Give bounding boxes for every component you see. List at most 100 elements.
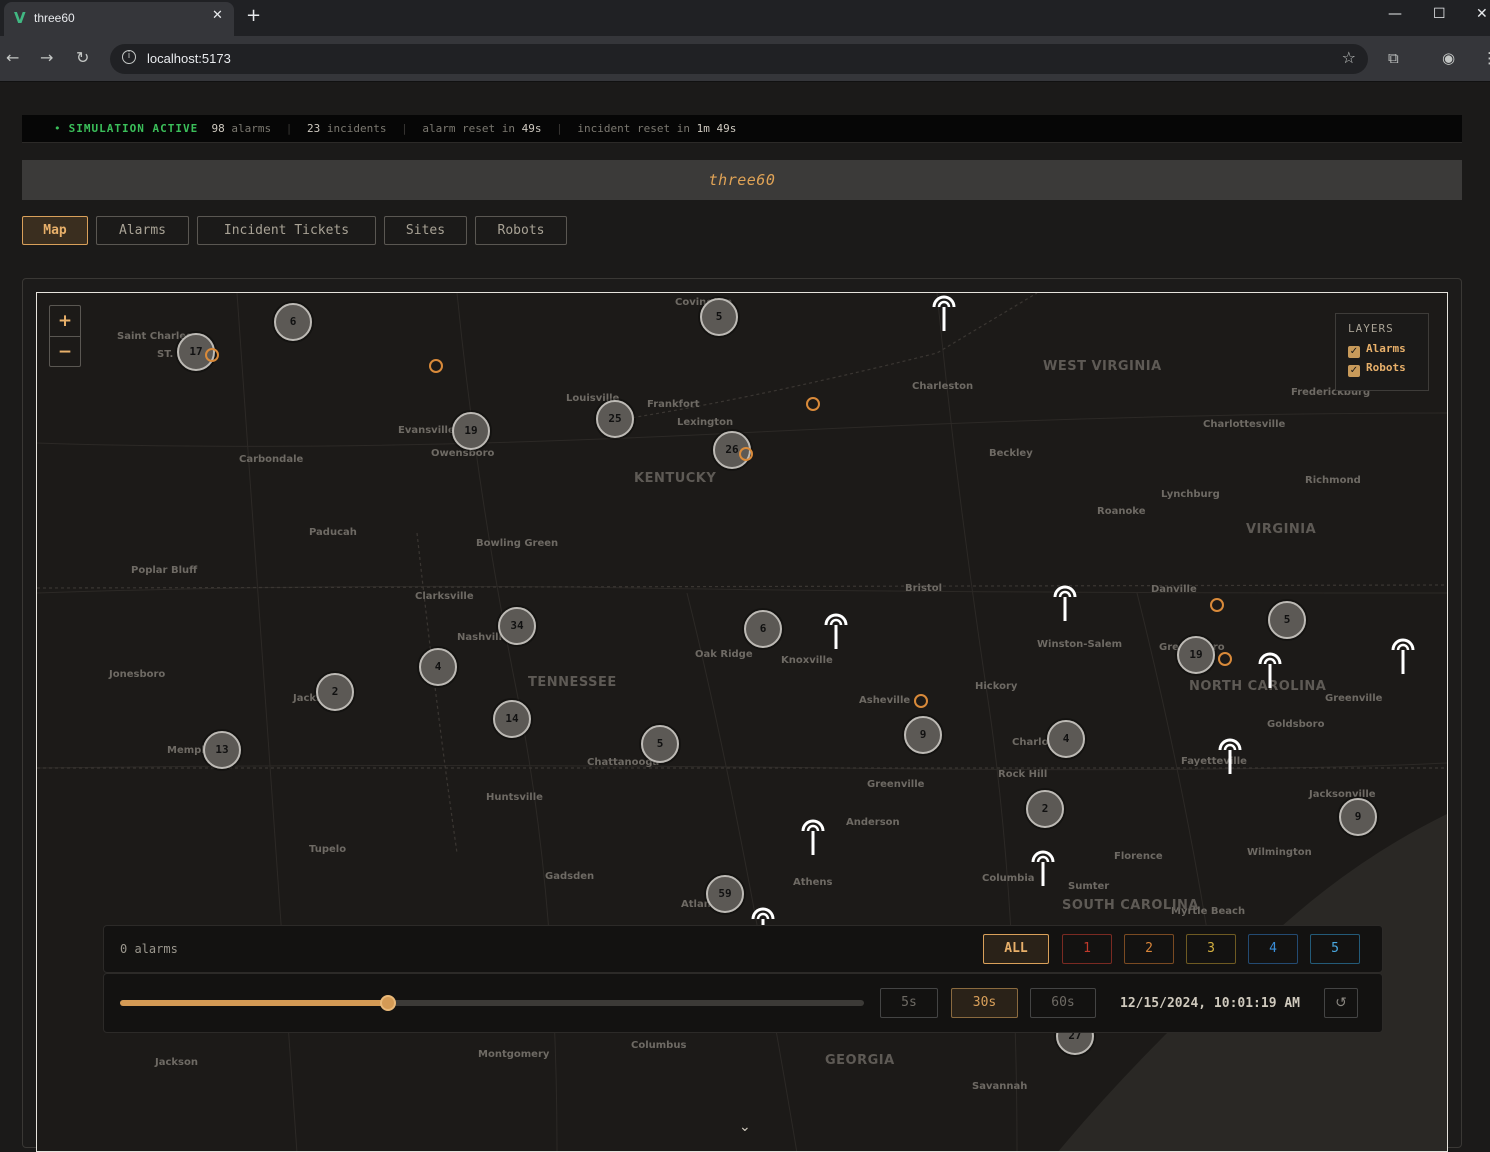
map-label: Gadsden — [545, 871, 595, 882]
map-label: Evansville — [398, 425, 455, 436]
map-label: Richmond — [1305, 475, 1361, 486]
site-cluster[interactable]: 14 — [493, 700, 531, 738]
site-cluster[interactable]: 19 — [452, 412, 490, 450]
minimize-icon[interactable]: — — [1388, 6, 1402, 22]
priority-4-button[interactable]: 4 — [1248, 934, 1298, 964]
map-label: Huntsville — [486, 792, 543, 803]
separator: | — [401, 122, 408, 135]
forward-icon[interactable]: → — [40, 48, 53, 67]
robot-marker[interactable] — [1030, 848, 1056, 888]
priority-5-button[interactable]: 5 — [1310, 934, 1360, 964]
robot-marker[interactable] — [823, 611, 849, 651]
site-cluster[interactable]: 9 — [904, 716, 942, 754]
alarm-marker[interactable] — [205, 348, 219, 362]
site-cluster[interactable]: 2 — [1026, 790, 1064, 828]
site-cluster[interactable]: 4 — [1047, 720, 1085, 758]
robot-marker[interactable] — [931, 293, 957, 333]
map-label: Bowling Green — [476, 538, 559, 549]
close-tab-icon[interactable]: ✕ — [212, 8, 223, 23]
tab-robots[interactable]: Robots — [475, 216, 567, 245]
priority-2-button[interactable]: 2 — [1124, 934, 1174, 964]
priority-3-button[interactable]: 3 — [1186, 934, 1236, 964]
site-cluster[interactable]: 5 — [1268, 601, 1306, 639]
new-tab-icon[interactable]: + — [246, 5, 261, 26]
alarm-marker[interactable] — [914, 694, 928, 708]
map-label: Charleston — [912, 381, 974, 392]
site-cluster[interactable]: 6 — [744, 610, 782, 648]
address-bar[interactable]: i localhost:5173 ☆ — [110, 44, 1368, 74]
robot-marker[interactable] — [1390, 636, 1416, 676]
map-label: Jackson — [155, 1057, 198, 1068]
checkbox-checked-icon[interactable]: ✓ — [1348, 346, 1360, 358]
robot-marker[interactable] — [800, 817, 826, 857]
chevron-down-icon[interactable]: ⌄ — [739, 1119, 751, 1135]
site-cluster[interactable]: 59 — [706, 875, 744, 913]
map-label: Florence — [1114, 851, 1163, 862]
site-cluster[interactable]: 5 — [700, 298, 738, 336]
tab-incident-tickets[interactable]: Incident Tickets — [197, 216, 376, 245]
site-info-icon[interactable]: i — [122, 50, 136, 64]
map-label: Savannah — [972, 1081, 1028, 1092]
tab-search-icon[interactable]: ⧉ — [1388, 49, 1399, 67]
site-cluster[interactable]: 25 — [596, 400, 634, 438]
timeline-panel: 5s 30s 60s 12/15/2024, 10:01:19 AM ↺ — [103, 973, 1383, 1033]
site-cluster[interactable]: 34 — [498, 607, 536, 645]
map-label: Frankfort — [647, 399, 700, 410]
reload-icon[interactable]: ↻ — [76, 48, 89, 67]
window-close-icon[interactable]: ✕ — [1476, 6, 1488, 22]
timeline-slider[interactable] — [120, 995, 864, 1011]
alarm-marker[interactable] — [739, 447, 753, 461]
map-label: Beckley — [989, 448, 1033, 459]
robot-marker[interactable] — [1052, 583, 1078, 623]
layers-panel: LAYERS ✓ Alarms ✓ Robots — [1335, 313, 1429, 391]
simulation-status-bar: • SIMULATION ACTIVE 98 alarms | 23 incide… — [22, 115, 1462, 143]
incident-reset-value: 1m 49s — [696, 122, 737, 135]
map-label: Knoxville — [781, 655, 833, 666]
alarm-marker[interactable] — [1218, 652, 1232, 666]
tab-title: three60 — [34, 11, 75, 25]
back-icon[interactable]: ← — [6, 48, 19, 67]
site-cluster[interactable]: 6 — [274, 303, 312, 341]
layer-alarms[interactable]: ✓ Alarms — [1348, 342, 1428, 361]
speed-5s-button[interactable]: 5s — [880, 988, 938, 1018]
priority-all-button[interactable]: ALL — [983, 934, 1049, 964]
profile-icon[interactable]: ◉ — [1442, 49, 1455, 67]
state-label: SOUTH CAROLINA — [1062, 898, 1199, 913]
alarm-marker[interactable] — [1210, 598, 1224, 612]
menu-icon[interactable]: ⋮ — [1482, 49, 1490, 67]
map-label: Carbondale — [239, 454, 304, 465]
incidents-word: incidents — [326, 122, 387, 135]
reset-icon[interactable]: ↺ — [1324, 988, 1358, 1018]
map[interactable]: Saint Charles ST. LOUIS Covington Charle… — [36, 292, 1448, 1152]
site-cluster[interactable]: 2 — [316, 673, 354, 711]
zoom-in-button[interactable]: + — [50, 306, 80, 336]
tab-sites[interactable]: Sites — [384, 216, 467, 245]
speed-30s-button[interactable]: 30s — [951, 988, 1018, 1018]
state-label: WEST VIRGINIA — [1043, 359, 1162, 374]
map-label: Lexington — [677, 417, 734, 428]
zoom-out-button[interactable]: − — [50, 336, 80, 366]
site-cluster[interactable]: 9 — [1339, 798, 1377, 836]
priority-1-button[interactable]: 1 — [1062, 934, 1112, 964]
speed-60s-button[interactable]: 60s — [1030, 988, 1096, 1018]
layer-robots[interactable]: ✓ Robots — [1348, 361, 1428, 380]
site-cluster[interactable]: 5 — [641, 725, 679, 763]
map-label: Jonesboro — [109, 669, 166, 680]
browser-tab[interactable]: V three60 ✕ — [4, 2, 234, 36]
tab-map[interactable]: Map — [22, 216, 88, 245]
site-cluster[interactable]: 13 — [203, 731, 241, 769]
tab-alarms[interactable]: Alarms — [96, 216, 189, 245]
alarm-marker[interactable] — [806, 397, 820, 411]
alarm-marker[interactable] — [429, 359, 443, 373]
bookmark-star-icon[interactable]: ☆ — [1342, 48, 1356, 67]
robot-marker[interactable] — [1217, 736, 1243, 776]
site-cluster[interactable]: 4 — [419, 648, 457, 686]
timeline-datetime: 12/15/2024, 10:01:19 AM — [1120, 996, 1301, 1011]
checkbox-checked-icon[interactable]: ✓ — [1348, 365, 1360, 377]
robot-marker[interactable] — [1257, 650, 1283, 690]
separator: | — [285, 122, 293, 135]
site-cluster[interactable]: 19 — [1177, 636, 1215, 674]
timeline-slider-thumb[interactable] — [379, 995, 396, 1011]
alarm-filter-panel: 0 alarms ALL 1 2 3 4 5 — [103, 925, 1383, 973]
maximize-icon[interactable]: ☐ — [1433, 6, 1446, 22]
